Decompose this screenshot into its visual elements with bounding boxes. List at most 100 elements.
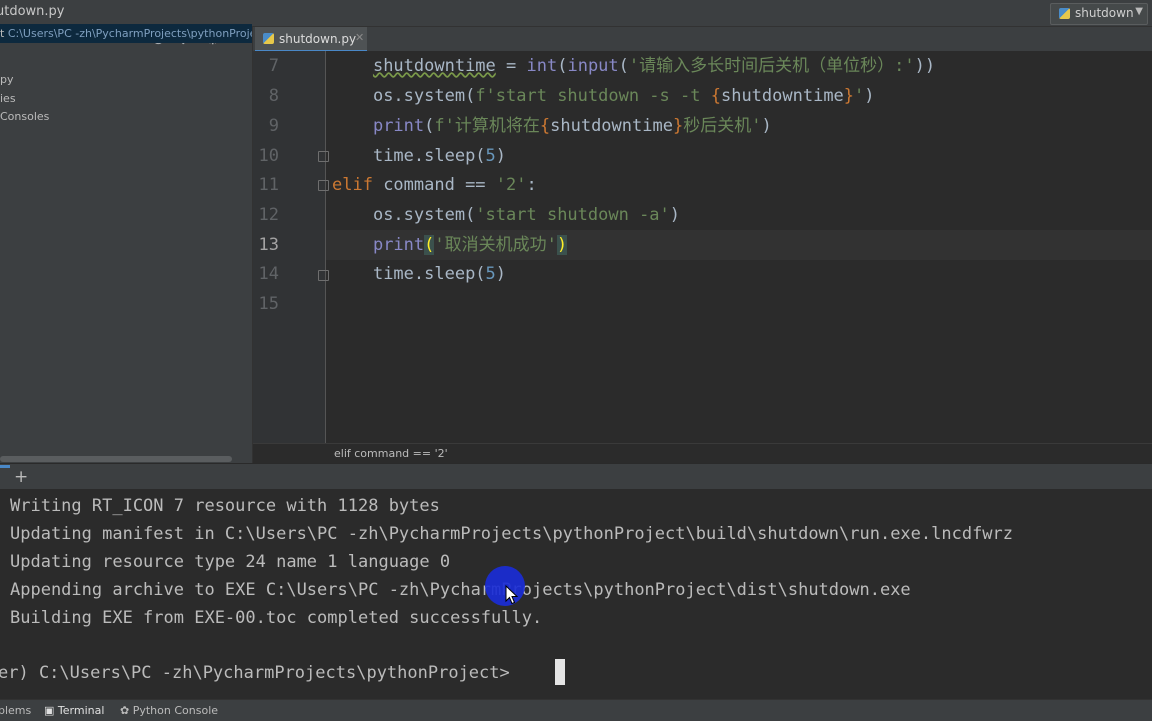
fold-marker-icon[interactable] bbox=[318, 180, 329, 191]
tool-tab-terminal-label: Terminal bbox=[57, 704, 105, 717]
code-token-matched-brace: ) bbox=[556, 235, 568, 255]
code-token: os.system( bbox=[372, 86, 476, 106]
code-token: )) bbox=[914, 56, 936, 76]
code-token: ) bbox=[864, 86, 875, 106]
line-number: 11 bbox=[258, 175, 279, 195]
code-token: '请输入多长时间后关机（单位秒）:' bbox=[628, 56, 915, 76]
code-token: '2' bbox=[495, 175, 527, 195]
code-token: os.system( bbox=[372, 205, 476, 225]
code-token: '取消关机成功' bbox=[434, 235, 557, 255]
run-configuration-dropdown[interactable]: shutdown ▼ bbox=[1050, 3, 1148, 25]
breadcrumb-label: elif command == '2' bbox=[334, 447, 448, 460]
title-bar: utdown.py shutdown ▼ bbox=[0, 0, 1152, 27]
tool-tab-problems[interactable]: blems bbox=[0, 704, 31, 717]
code-token: 秒后关机' bbox=[683, 116, 762, 136]
code-token: ( bbox=[557, 56, 568, 76]
code-token: f'start shutdown -s -t bbox=[475, 86, 711, 106]
code-token: shutdowntime bbox=[720, 86, 844, 106]
code-line-9: print(f'计算机将在{shutdowntime}秒后关机') bbox=[332, 111, 772, 141]
code-line-8: os.system(f'start shutdown -s -t {shutdo… bbox=[332, 81, 875, 111]
editor-breadcrumb[interactable]: elif command == '2' bbox=[253, 443, 1152, 464]
terminal-line: Appending archive to EXE C:\Users\PC -zh… bbox=[10, 580, 911, 600]
code-token: } bbox=[672, 116, 684, 136]
new-terminal-button[interactable]: + bbox=[14, 465, 28, 489]
code-token: int bbox=[526, 56, 558, 76]
line-number: 7 bbox=[268, 56, 279, 76]
code-token: ' bbox=[854, 86, 865, 106]
line-number: 9 bbox=[268, 116, 279, 136]
code-token: print bbox=[372, 235, 425, 255]
terminal-prompt[interactable]: er) C:\Users\PC -zh\PycharmProjects\pyth… bbox=[0, 659, 510, 687]
terminal-icon: ▣ bbox=[44, 704, 55, 717]
terminal-line: Updating manifest in C:\Users\PC -zh\Pyc… bbox=[10, 524, 1014, 544]
code-line-10: time.sleep(5) bbox=[332, 141, 506, 171]
code-token: ) bbox=[761, 116, 772, 136]
code-token: 5 bbox=[485, 264, 496, 284]
code-line-13: print('取消关机成功') bbox=[332, 230, 568, 260]
code-token: shutdowntime bbox=[550, 116, 673, 136]
python-file-icon bbox=[263, 33, 274, 44]
code-token: command == bbox=[372, 175, 496, 195]
code-line-11: elif command == '2': bbox=[332, 170, 537, 200]
line-number-current: 13 bbox=[258, 235, 279, 255]
code-token: : bbox=[526, 175, 537, 195]
fold-marker-icon[interactable] bbox=[318, 270, 329, 281]
terminal-line: Writing RT_ICON 7 resource with 1128 byt… bbox=[10, 496, 440, 516]
code-token: { bbox=[710, 86, 721, 106]
python-console-icon: ✿ bbox=[120, 704, 130, 717]
code-token: 5 bbox=[485, 146, 496, 166]
project-tree-root[interactable]: t C:\Users\PC -zh\PycharmProjects\python… bbox=[0, 24, 252, 43]
tool-window-bar: blems ▣ Terminal ✿ Python Console bbox=[0, 699, 1152, 721]
code-token: elif bbox=[332, 175, 373, 195]
project-tree-item[interactable]: ies bbox=[0, 92, 16, 105]
project-tree-item[interactable]: py bbox=[0, 73, 14, 86]
tab-shutdown-py[interactable]: shutdown.py ✕ bbox=[255, 27, 367, 53]
code-token: ) bbox=[495, 146, 507, 166]
code-token: { bbox=[539, 116, 551, 136]
code-token: ) bbox=[669, 205, 681, 225]
code-line-12: os.system('start shutdown -a') bbox=[332, 200, 680, 230]
tab-label: shutdown.py bbox=[279, 32, 357, 46]
line-number: 14 bbox=[258, 264, 279, 284]
terminal-header bbox=[0, 463, 1152, 490]
chevron-down-icon: ▼ bbox=[1135, 6, 1143, 17]
line-number: 12 bbox=[258, 205, 279, 225]
code-line-14: time.sleep(5) bbox=[332, 259, 506, 289]
tool-tab-python-console[interactable]: ✿ Python Console bbox=[120, 704, 218, 717]
project-root-label: t bbox=[0, 27, 5, 40]
code-token: input bbox=[567, 56, 619, 76]
code-token: ( bbox=[424, 116, 435, 136]
terminal-tab-indicator bbox=[0, 465, 10, 468]
terminal-line: Building EXE from EXE-00.toc completed s… bbox=[10, 608, 543, 628]
line-number: 8 bbox=[268, 86, 279, 106]
code-token-matched-brace: ( bbox=[424, 235, 435, 255]
close-icon[interactable]: ✕ bbox=[355, 31, 364, 44]
terminal-cursor bbox=[555, 659, 565, 685]
code-token: ) bbox=[495, 264, 507, 284]
editor-tab-bar bbox=[253, 27, 1152, 52]
code-line-7: shutdowntime = int(input('请输入多长时间后关机（单位秒… bbox=[332, 51, 935, 81]
terminal-line: Updating resource type 24 name 1 languag… bbox=[10, 552, 451, 572]
code-token: time.sleep( bbox=[372, 264, 486, 284]
code-token: } bbox=[843, 86, 855, 106]
line-number: 10 bbox=[258, 146, 279, 166]
tool-tab-terminal[interactable]: ▣ Terminal bbox=[44, 704, 104, 717]
project-panel: ⊕ ⇕ ⚙ — bbox=[0, 27, 253, 463]
fold-marker-icon[interactable] bbox=[318, 151, 329, 162]
window-title: utdown.py bbox=[0, 4, 65, 19]
python-file-icon bbox=[1059, 8, 1070, 19]
code-token: time.sleep( bbox=[372, 146, 486, 166]
tool-tab-python-console-label: Python Console bbox=[132, 704, 219, 717]
code-token: = bbox=[495, 56, 527, 76]
project-tree-item-scratches-consoles[interactable]: Consoles bbox=[0, 110, 49, 123]
project-root-path: C:\Users\PC -zh\PycharmProjects\pythonPr… bbox=[7, 27, 252, 40]
project-horizontal-scrollbar[interactable] bbox=[0, 456, 232, 462]
code-token: 'start shutdown -a' bbox=[475, 205, 670, 225]
line-number: 15 bbox=[258, 294, 279, 314]
run-configuration-label: shutdown bbox=[1075, 6, 1134, 20]
code-token: ( bbox=[618, 56, 629, 76]
code-token: f'计算机将在 bbox=[434, 116, 540, 136]
code-token: shutdowntime bbox=[372, 56, 496, 76]
code-token: print bbox=[372, 116, 425, 136]
mouse-pointer-icon bbox=[505, 585, 519, 605]
